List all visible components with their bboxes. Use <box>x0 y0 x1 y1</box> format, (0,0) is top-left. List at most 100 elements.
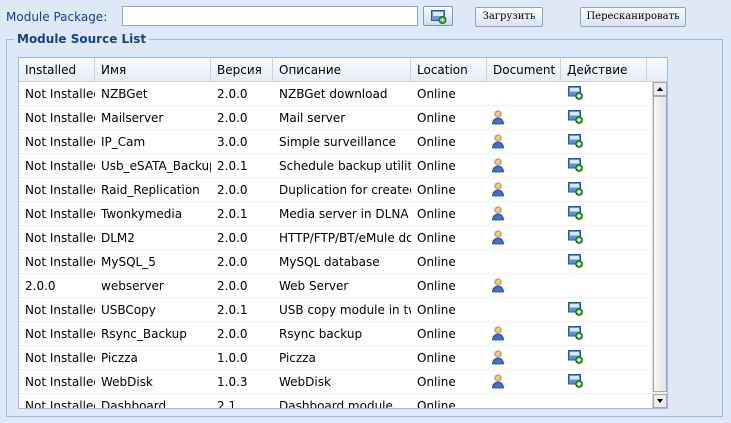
table-row[interactable]: Not Installed Rsync_Backup 2.0.0 Rsync back… <box>19 322 651 346</box>
cell-name: Rsync_Backup <box>101 327 187 341</box>
install-module-icon[interactable] <box>568 158 583 175</box>
cell-version: 2.0.0 <box>217 255 248 269</box>
cell-name: webserver <box>101 279 164 293</box>
table-row[interactable]: Not Installed NZBGet 2.0.0 NZBGet download O… <box>19 82 651 106</box>
cell-description: WebDisk <box>279 375 331 389</box>
browse-file-icon <box>431 10 447 27</box>
cell-location: Online <box>417 183 456 197</box>
table-row[interactable]: Not Installed Mailserver 2.0.0 Mail server O… <box>19 106 651 130</box>
table-row[interactable]: Not Installed Piczza 1.0.0 Piczza Online <box>19 346 651 370</box>
cell-version: 1.0.3 <box>217 375 248 389</box>
cell-name: Twonkymedia <box>101 207 183 221</box>
scroll-down-arrow[interactable] <box>653 394 667 408</box>
cell-name: Raid_Replication <box>101 183 200 197</box>
cell-name: Usb_eSATA_Backup <box>101 159 211 173</box>
cell-version: 2.0.0 <box>217 111 248 125</box>
column-installed[interactable]: Installed <box>19 58 95 81</box>
load-button[interactable]: Загрузить <box>475 7 543 27</box>
cell-installed: Not Installed <box>25 327 95 341</box>
user-document-icon[interactable] <box>491 158 505 176</box>
install-module-icon[interactable] <box>568 230 583 247</box>
cell-description: NZBGet download <box>279 87 388 101</box>
cell-location: Online <box>417 111 456 125</box>
cell-version: 2.1 <box>217 399 237 409</box>
install-module-icon[interactable] <box>568 86 583 103</box>
cell-location: Online <box>417 303 456 317</box>
cell-version: 2.0.0 <box>217 183 248 197</box>
cell-location: Online <box>417 351 456 365</box>
install-module-icon[interactable] <box>568 254 583 271</box>
grid-header: Installed Имя Версия Описание Location D… <box>19 58 667 82</box>
module-package-label: Module Package: <box>6 10 108 24</box>
user-document-icon[interactable] <box>491 206 505 224</box>
cell-name: Piczza <box>101 351 138 365</box>
cell-version: 2.0.1 <box>217 303 248 317</box>
cell-description: Duplication for created R <box>279 183 411 197</box>
cell-location: Online <box>417 87 456 101</box>
column-action[interactable]: Действие <box>561 58 647 81</box>
user-document-icon[interactable] <box>491 134 505 152</box>
install-module-icon[interactable] <box>568 134 583 151</box>
install-module-icon[interactable] <box>568 110 583 127</box>
cell-version: 2.0.0 <box>217 87 248 101</box>
install-module-icon[interactable] <box>568 302 583 319</box>
column-document[interactable]: Document <box>487 58 561 81</box>
install-module-icon[interactable] <box>568 374 583 391</box>
cell-location: Online <box>417 327 456 341</box>
cell-name: USBCopy <box>101 303 156 317</box>
cell-description: Schedule backup utility f <box>279 159 411 173</box>
table-row[interactable]: Not Installed Twonkymedia 2.0.1 Media serve… <box>19 202 651 226</box>
user-document-icon[interactable] <box>491 326 505 344</box>
cell-location: Online <box>417 279 456 293</box>
column-name[interactable]: Имя <box>95 58 211 81</box>
user-document-icon[interactable] <box>491 182 505 200</box>
table-row[interactable]: Not Installed Usb_eSATA_Backup 2.0.1 Schedu… <box>19 154 651 178</box>
table-row[interactable]: Not Installed Dashboard 2.1 Dashboard modul… <box>19 394 651 409</box>
install-module-icon[interactable] <box>568 350 583 367</box>
cell-description: MySQL database <box>279 255 380 269</box>
browse-button[interactable] <box>423 6 453 26</box>
cell-installed: Not Installed <box>25 183 95 197</box>
cell-name: Mailserver <box>101 111 164 125</box>
table-row[interactable]: Not Installed USBCopy 2.0.1 USB copy module… <box>19 298 651 322</box>
table-row[interactable]: 2.0.0 webserver 2.0.0 Web Server Online <box>19 274 651 298</box>
table-row[interactable]: Not Installed DLM2 2.0.0 HTTP/FTP/BT/eMule … <box>19 226 651 250</box>
table-row[interactable]: Not Installed MySQL_5 2.0.0 MySQL database O… <box>19 250 651 274</box>
cell-location: Online <box>417 135 456 149</box>
user-document-icon[interactable] <box>491 374 505 392</box>
cell-installed: Not Installed <box>25 399 95 409</box>
module-grid: Installed Имя Версия Описание Location D… <box>18 57 668 409</box>
user-document-icon[interactable] <box>491 230 505 248</box>
scroll-up-arrow[interactable] <box>653 82 667 96</box>
user-document-icon[interactable] <box>491 350 505 368</box>
cell-installed: Not Installed <box>25 231 95 245</box>
cell-installed: Not Installed <box>25 159 95 173</box>
cell-location: Online <box>417 255 456 269</box>
user-document-icon[interactable] <box>491 110 505 128</box>
cell-installed: Not Installed <box>25 351 95 365</box>
install-module-icon[interactable] <box>568 326 583 343</box>
module-package-input[interactable] <box>122 6 418 26</box>
cell-description: HTTP/FTP/BT/eMule do <box>279 231 411 245</box>
rescan-button[interactable]: Пересканировать <box>580 7 686 27</box>
install-module-icon[interactable] <box>568 182 583 199</box>
user-document-icon[interactable] <box>491 278 505 296</box>
column-location[interactable]: Location <box>411 58 487 81</box>
cell-description: Mail server <box>279 111 346 125</box>
table-row[interactable]: Not Installed IP_Cam 3.0.0 Simple surveilla… <box>19 130 651 154</box>
column-description[interactable]: Описание <box>273 58 411 81</box>
cell-description: Simple surveillance <box>279 135 397 149</box>
vertical-scrollbar[interactable] <box>652 82 667 408</box>
cell-description: Dashboard module <box>279 399 393 409</box>
cell-version: 1.0.0 <box>217 351 248 365</box>
table-row[interactable]: Not Installed WebDisk 1.0.3 WebDisk Online <box>19 370 651 394</box>
cell-installed: Not Installed <box>25 207 95 221</box>
cell-name: MySQL_5 <box>101 255 156 269</box>
cell-installed: Not Installed <box>25 135 95 149</box>
table-row[interactable]: Not Installed Raid_Replication 2.0.0 Duplic… <box>19 178 651 202</box>
install-module-icon[interactable] <box>568 206 583 223</box>
cell-name: WebDisk <box>101 375 153 389</box>
cell-description: Media server in DLNA <box>279 207 409 221</box>
column-version[interactable]: Версия <box>211 58 273 81</box>
scroll-thumb[interactable] <box>653 96 667 392</box>
